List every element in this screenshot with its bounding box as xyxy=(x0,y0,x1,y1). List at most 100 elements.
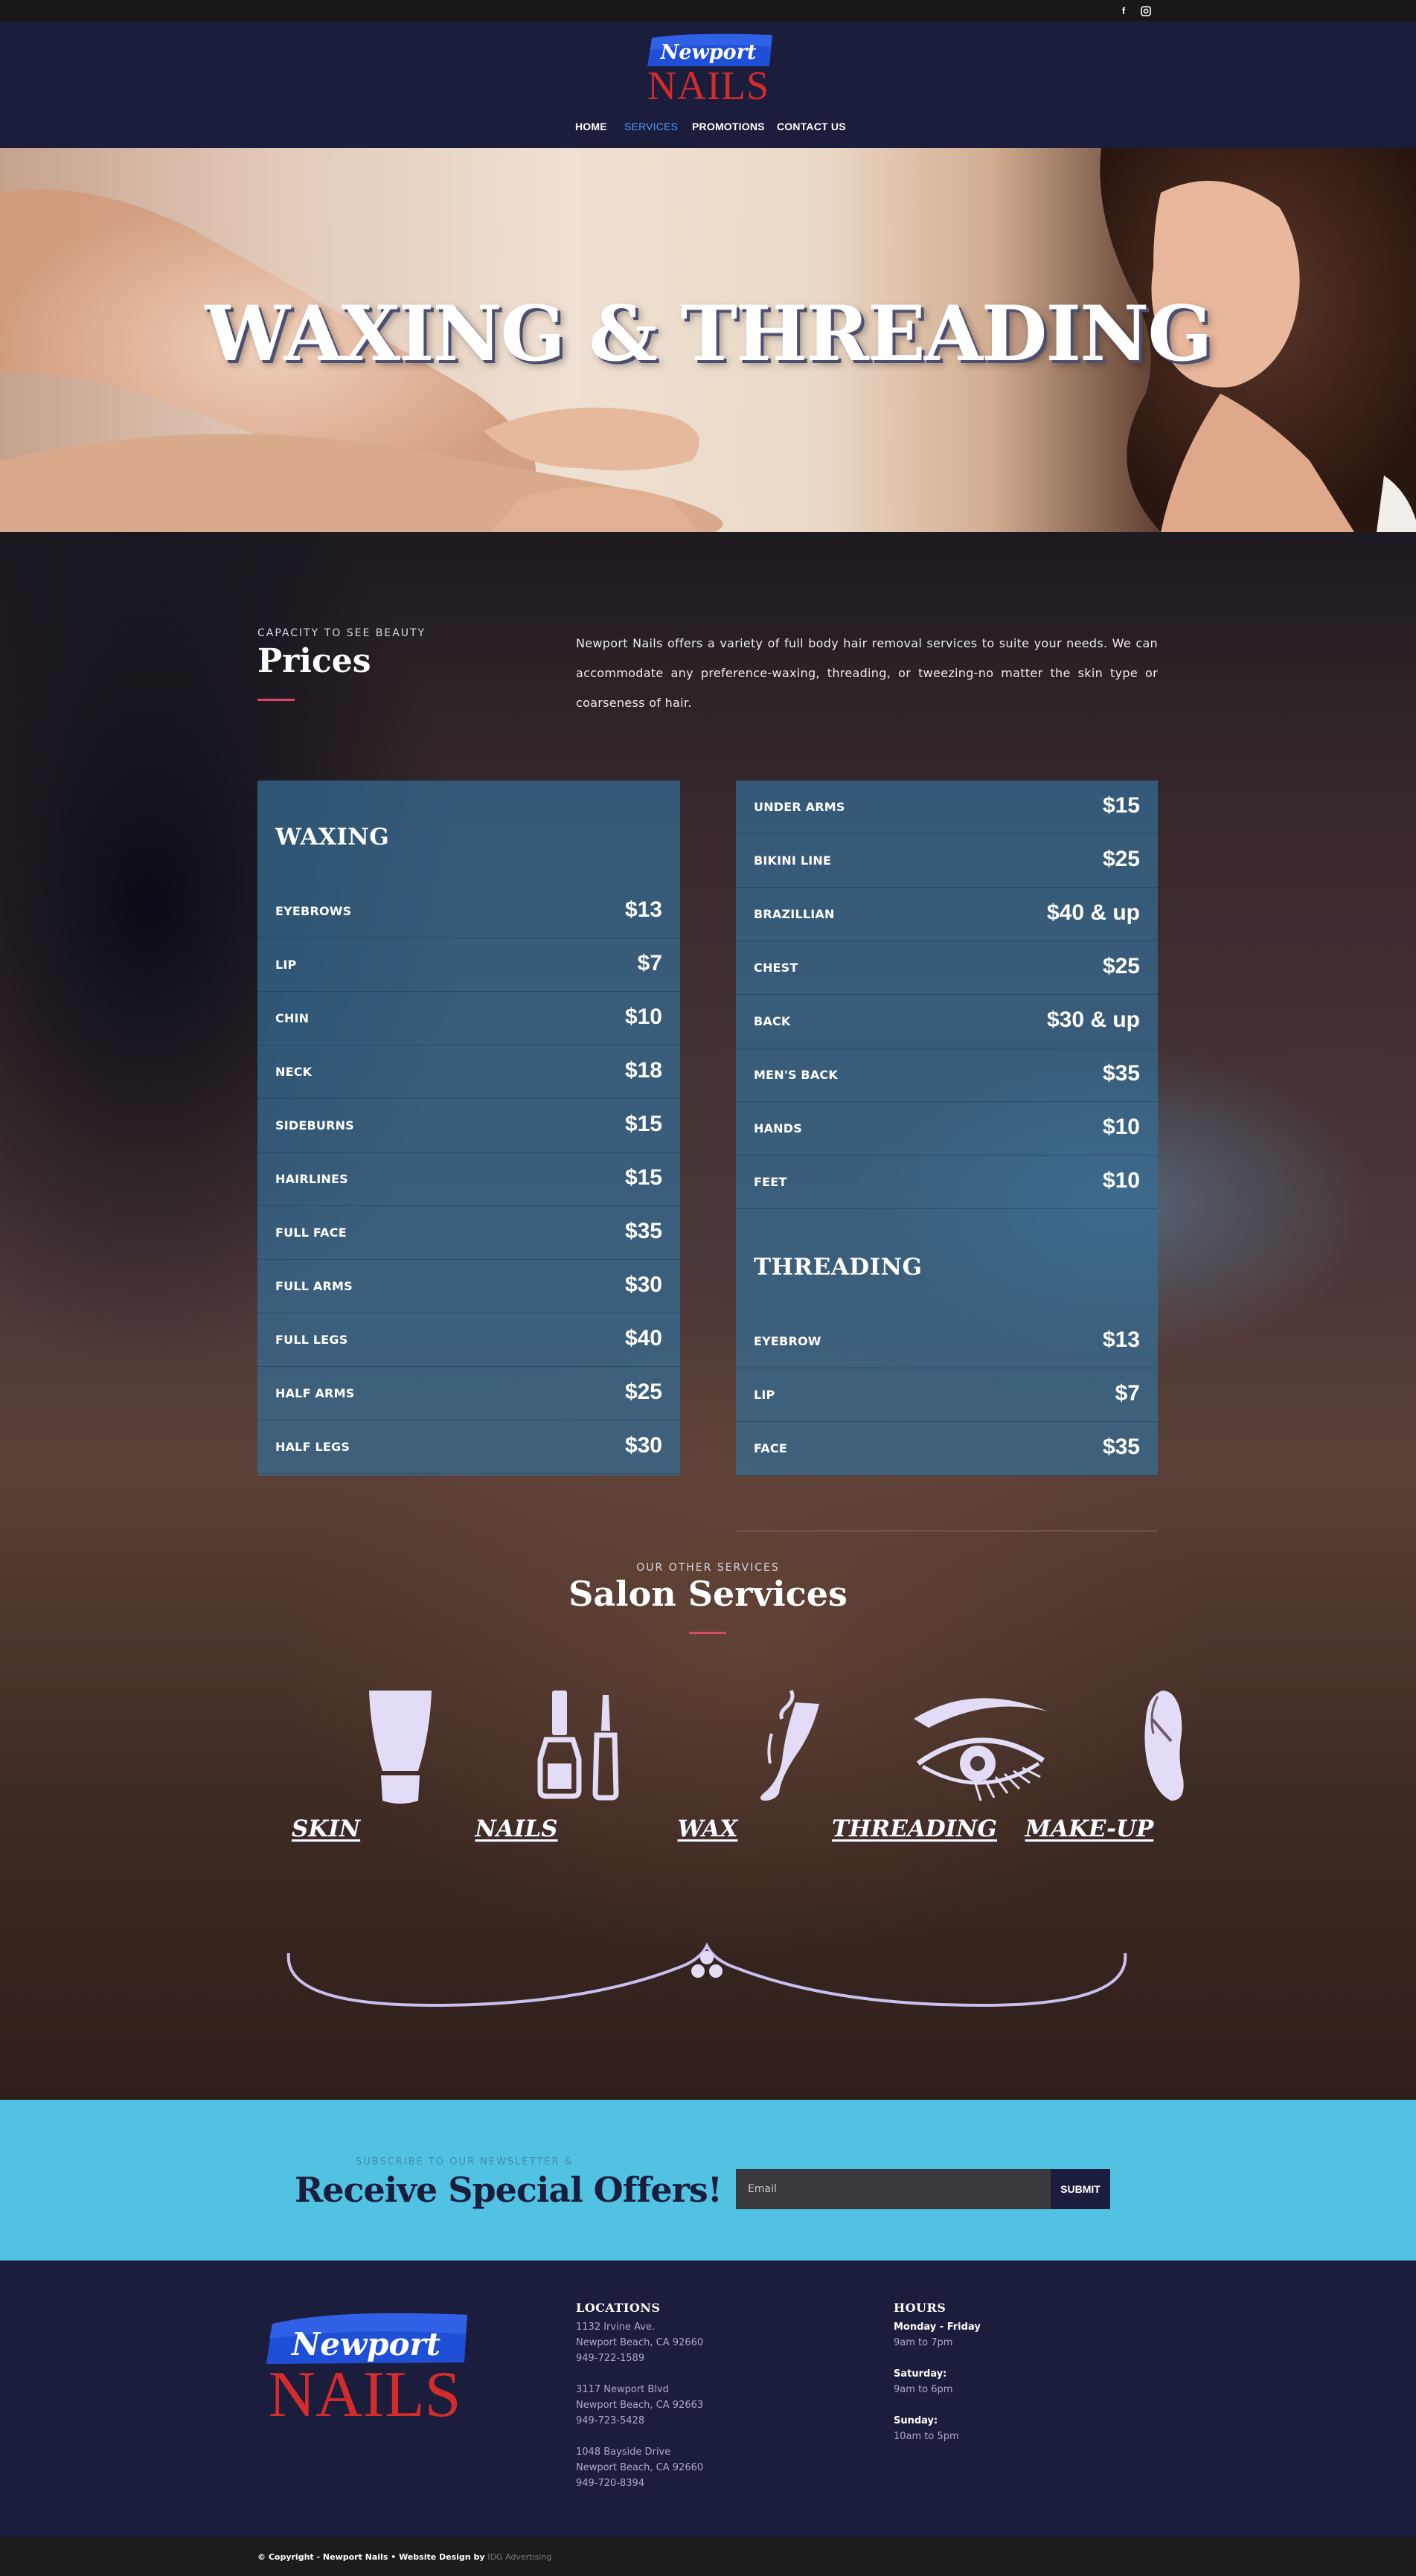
location-line: Newport Beach, CA 92660 xyxy=(576,2462,704,2473)
copyright-text: © Copyright - Newport Nails • Website De… xyxy=(257,2552,552,2562)
price-value: $25 xyxy=(1102,954,1140,978)
footer-logo[interactable]: Newport NAILS xyxy=(262,2309,467,2420)
footer-logo-block: NAILS xyxy=(268,2359,461,2420)
price-value: $7 xyxy=(637,951,662,975)
price-value: $40 & up xyxy=(1046,900,1140,925)
nav-home[interactable]: HOME xyxy=(575,121,607,132)
waxing-more-row: MEN'S BACK $35 xyxy=(736,1048,1158,1102)
location-line: 949-720-8394 xyxy=(576,2478,645,2489)
location-line: 1132 Irvine Ave. xyxy=(576,2322,656,2333)
price-label: FULL LEGS xyxy=(275,1333,348,1347)
waxing-row: HALF LEGS $30 xyxy=(257,1420,680,1474)
price-value: $30 xyxy=(624,1272,662,1297)
nav-contact-us[interactable]: CONTACT US xyxy=(777,121,846,132)
threading-row: LIP $7 xyxy=(736,1368,1158,1422)
services-title: Salon Services xyxy=(568,1574,848,1614)
locations-heading: LOCATIONS xyxy=(576,2301,661,2315)
main-nav: HOME SERVICES PROMOTIONS CONTACT US xyxy=(0,121,1416,135)
price-label: FEET xyxy=(754,1175,787,1189)
facebook-icon[interactable]: f xyxy=(1116,4,1131,19)
price-value: $13 xyxy=(624,897,662,922)
price-value: $18 xyxy=(624,1058,662,1083)
price-label: FULL ARMS xyxy=(275,1279,353,1293)
top-bar: f xyxy=(0,0,1416,22)
price-label: BIKINI LINE xyxy=(754,853,832,868)
nav-services[interactable]: SERVICES xyxy=(624,121,678,132)
newsletter-section: SUBSCRIBE TO OUR NEWSLETTER & Receive Sp… xyxy=(0,2100,1416,2261)
price-value: $25 xyxy=(1102,847,1140,871)
location-line: 949-723-5428 xyxy=(576,2415,645,2426)
newport-nails-logo[interactable]: Newport NAILS xyxy=(644,32,772,102)
price-value: $35 xyxy=(1102,1061,1140,1086)
waxing-row: FULL FACE $35 xyxy=(257,1206,680,1260)
waxing-heading: WAXING xyxy=(275,824,390,850)
service-label[interactable]: THREADING xyxy=(832,1816,997,1842)
waxing-panel: WAXING EYEBROWS $13 LIP $7 CHIN $10 NECK $18 SID… xyxy=(257,781,680,1476)
instagram-icon[interactable] xyxy=(1138,4,1153,19)
service-label[interactable]: MAKE-UP xyxy=(1015,1816,1164,1842)
title-underline xyxy=(257,699,295,701)
services-underline xyxy=(689,1632,726,1634)
hours-heading: HOURS xyxy=(894,2301,946,2315)
price-value: $25 xyxy=(624,1380,662,1404)
decorative-flourish xyxy=(286,1942,1127,2008)
price-label: BRAZILLIAN xyxy=(754,907,835,921)
prices-intro: Newport Nails offers a variety of full b… xyxy=(576,636,1158,710)
submit-button[interactable]: SUBMIT xyxy=(1051,2169,1110,2209)
price-value: $30 & up xyxy=(1046,1007,1140,1032)
price-label: EYEBROW xyxy=(754,1334,821,1348)
price-value: $30 xyxy=(624,1433,662,1458)
price-label: CHIN xyxy=(275,1011,310,1025)
price-value: $13 xyxy=(1102,1327,1140,1352)
logo-script: Newport xyxy=(660,41,757,64)
services-eyebrow: OUR OTHER SERVICES xyxy=(636,1562,780,1574)
site-footer: Newport NAILS LOCATIONS 1132 Irvine Ave.… xyxy=(0,2261,1416,2537)
price-label: LIP xyxy=(275,958,297,972)
more-waxing-panel: UNDER ARMS $15 BIKINI LINE $25 BRAZILLIAN $40… xyxy=(736,781,1158,1476)
price-value: $7 xyxy=(1115,1381,1140,1406)
email-input[interactable] xyxy=(736,2169,1051,2209)
price-label: CHEST xyxy=(754,961,798,975)
hours-time: 9am to 6pm xyxy=(894,2384,953,2395)
price-value: $15 xyxy=(624,1165,662,1190)
service-label[interactable]: NAILS xyxy=(442,1816,591,1842)
price-label: UNDER ARMS xyxy=(754,800,845,814)
hero-banner: WAXING & THREADING xyxy=(0,148,1416,532)
hours-day: Sunday: xyxy=(894,2415,938,2426)
waxing-row: LIP $7 xyxy=(257,938,680,992)
price-label: EYEBROWS xyxy=(275,904,352,918)
logo-block: NAILS xyxy=(647,63,769,102)
nav-promotions[interactable]: PROMOTIONS xyxy=(692,121,765,132)
price-value: $35 xyxy=(1102,1435,1140,1459)
waxing-row: HAIRLINES $15 xyxy=(257,1153,680,1206)
waxing-more-row: HANDS $10 xyxy=(736,1102,1158,1156)
nail-polish-icon xyxy=(537,1691,619,1801)
waxing-more-row: FEET $10 xyxy=(736,1156,1158,1209)
hours-time: 10am to 5pm xyxy=(894,2431,959,2442)
site-header: Newport NAILS HOME SERVICES PROMOTIONS C… xyxy=(0,22,1416,148)
waxing-row: CHIN $10 xyxy=(257,992,680,1045)
price-value: $35 xyxy=(624,1219,662,1243)
price-label: MEN'S BACK xyxy=(754,1068,838,1082)
hours-day: Monday - Friday xyxy=(894,2322,981,2333)
designer-link[interactable]: IDG Advertising xyxy=(487,2552,551,2562)
threading-row: EYEBROW $13 xyxy=(736,1315,1158,1368)
eye-lash-icon xyxy=(914,1698,1048,1801)
waxing-row: FULL ARMS $30 xyxy=(257,1260,680,1313)
prices-eyebrow: CAPACITY TO SEE BEAUTY xyxy=(257,627,426,639)
makeup-face-icon xyxy=(1144,1691,1184,1801)
copyright-bar: © Copyright - Newport Nails • Website De… xyxy=(0,2537,1416,2576)
service-label[interactable]: WAX xyxy=(633,1816,782,1842)
location-line: 3117 Newport Blvd xyxy=(576,2384,669,2395)
price-value: $40 xyxy=(624,1326,662,1351)
price-label: HALF LEGS xyxy=(275,1440,350,1454)
waxing-more-row: UNDER ARMS $15 xyxy=(736,781,1158,834)
service-label[interactable]: SKIN xyxy=(252,1816,400,1842)
newsletter-eyebrow: SUBSCRIBE TO OUR NEWSLETTER & xyxy=(356,2156,574,2168)
lotion-tube-icon xyxy=(369,1691,432,1804)
price-label: HALF ARMS xyxy=(275,1386,355,1400)
price-label: FULL FACE xyxy=(275,1225,347,1240)
price-value: $10 xyxy=(624,1005,662,1029)
price-label: FACE xyxy=(754,1441,787,1455)
price-label: NECK xyxy=(275,1065,313,1079)
